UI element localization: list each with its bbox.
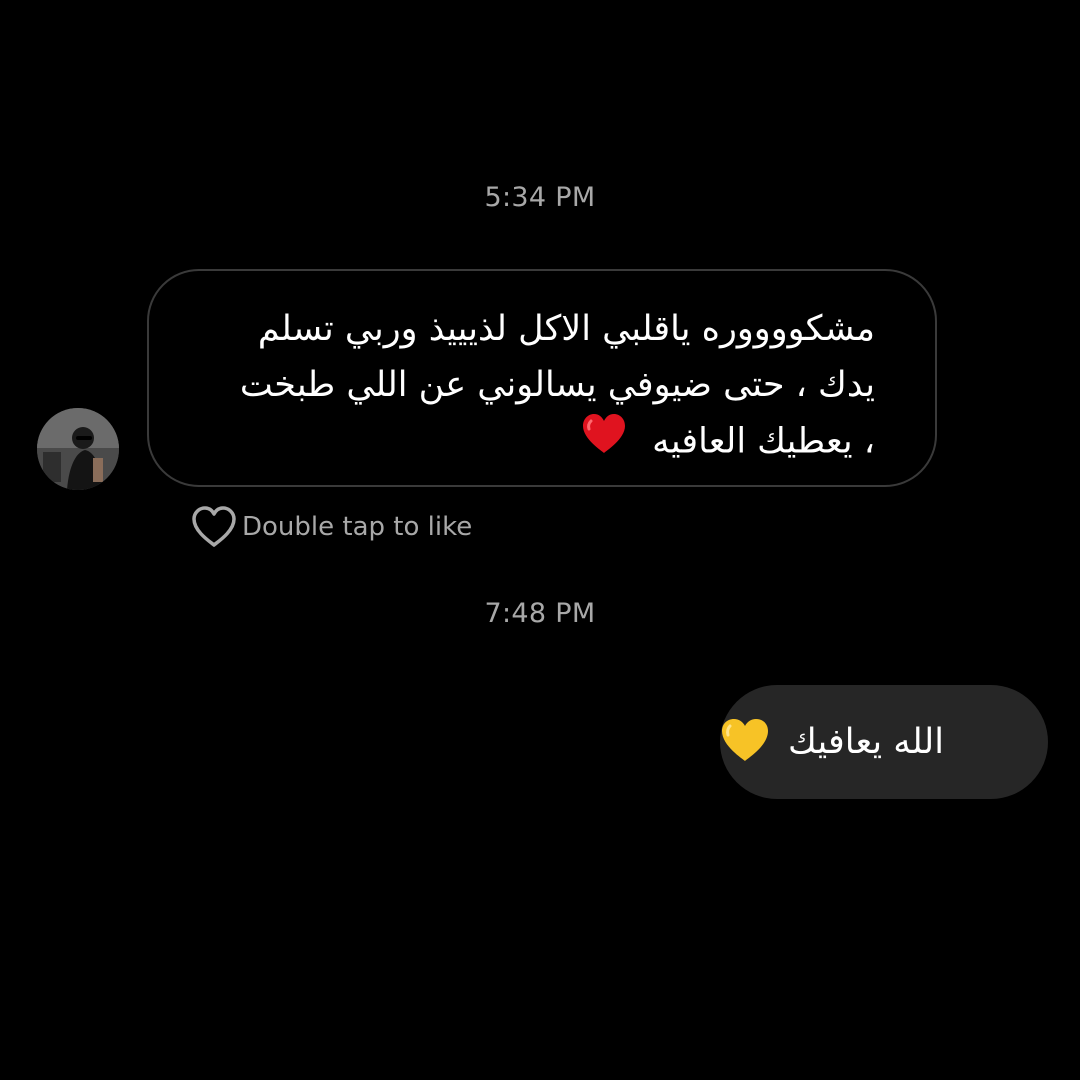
message-line-text: ، يعطيك العافيه	[652, 421, 875, 462]
avatar-photo-icon	[37, 408, 119, 490]
message-line: يدك ، حتى ضيوفي يسالوني عن اللي طبخت	[239, 365, 875, 405]
sender-avatar[interactable]	[37, 408, 119, 490]
yellow-heart-icon	[720, 717, 770, 767]
timestamp: 5:34 PM	[484, 182, 596, 213]
heart-outline-icon	[192, 506, 236, 547]
timestamp: 7:48 PM	[484, 598, 596, 629]
message-line: ، يعطيك العافيه	[189, 413, 875, 472]
incoming-message-bubble[interactable]: مشكووووره ياقلبي الاكل لذيييذ وربي تسلم …	[147, 269, 937, 487]
double-tap-like-hint[interactable]: Double tap to like	[190, 504, 472, 550]
like-hint-text: Double tap to like	[242, 512, 473, 542]
red-heart-icon	[581, 413, 627, 472]
outgoing-message-text: الله يعافيك	[788, 722, 944, 762]
outgoing-message-bubble[interactable]: الله يعافيك	[720, 685, 1048, 799]
message-line: مشكووووره ياقلبي الاكل لذيييذ وربي تسلم	[257, 309, 875, 349]
